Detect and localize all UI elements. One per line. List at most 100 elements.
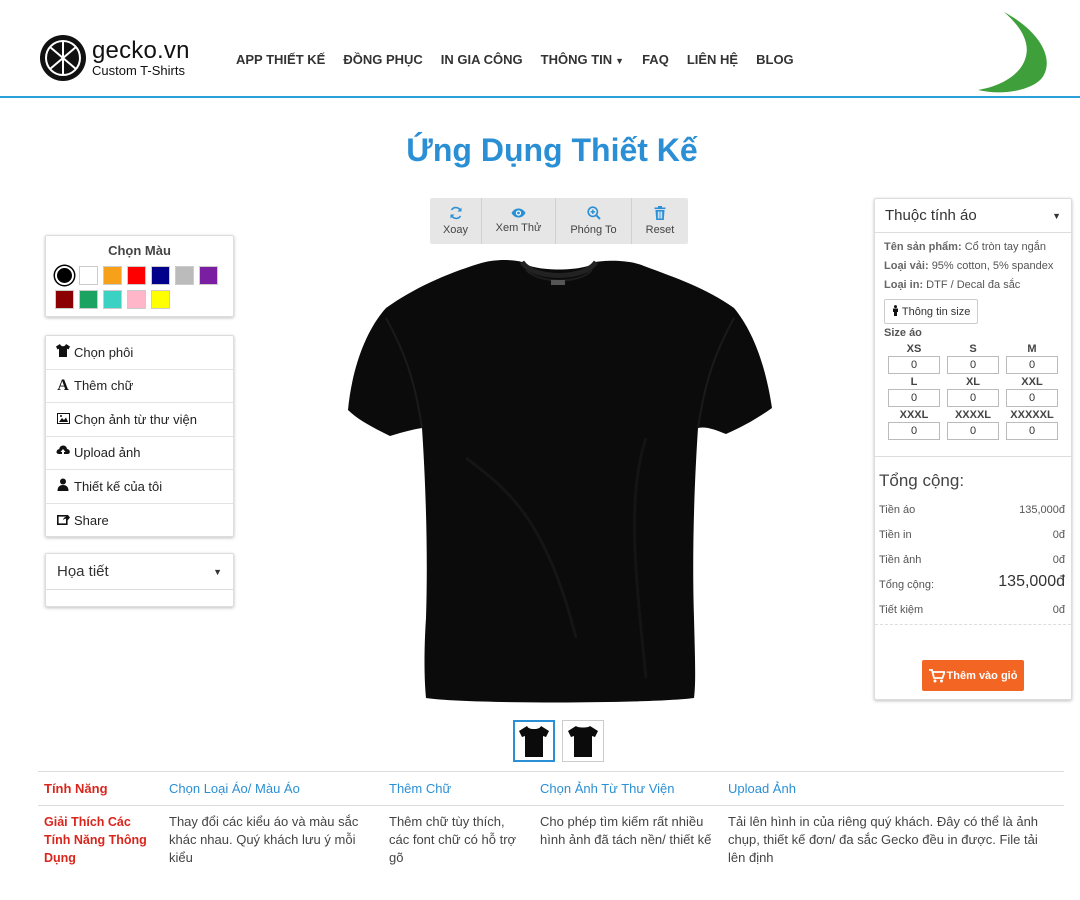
color-swatch[interactable]: [151, 290, 170, 309]
nav-item-info[interactable]: THÔNG TIN ▼: [541, 52, 624, 67]
menu-item-upload-image[interactable]: Upload ảnh: [46, 437, 233, 470]
size-input-xxxl[interactable]: 0: [888, 422, 940, 440]
price-value: 0đ: [1052, 554, 1065, 566]
menu-item-add-text[interactable]: A Thêm chữ: [46, 370, 233, 403]
menu-item-my-designs[interactable]: Thiết kế của tôi: [46, 470, 233, 504]
menu-item-label: Share: [74, 512, 109, 528]
color-swatch[interactable]: [151, 266, 170, 285]
table-header-row: Tính Năng Chọn Loại Áo/ Màu Áo Thêm Chữ …: [38, 772, 1064, 806]
color-swatch[interactable]: [103, 290, 122, 309]
price-label: Tiền ảnh: [879, 554, 922, 566]
table-cell: Thêm chữ tùy thích, các font chữ có hỗ t…: [389, 814, 517, 865]
rotate-label: Xoay: [442, 224, 469, 236]
canvas-toolbar: Xoay Xem Thử Phóng To Reset: [430, 198, 688, 244]
menu-item-label: Thêm chữ: [74, 378, 134, 394]
product-value: Cổ tròn tay ngắn: [964, 241, 1047, 253]
tshirt-canvas[interactable]: [346, 258, 774, 706]
attributes-dropdown[interactable]: Thuộc tính áo ▼: [875, 199, 1071, 233]
rotate-icon: [449, 206, 463, 220]
size-input-l[interactable]: 0: [888, 389, 940, 407]
brand-tagline: Custom T-Shirts: [92, 63, 185, 78]
person-icon: [893, 305, 898, 316]
zoom-in-button[interactable]: Phóng To: [556, 198, 632, 244]
color-swatch[interactable]: [175, 266, 194, 285]
size-title: Size áo: [884, 327, 922, 339]
menu-item-library-image[interactable]: Chọn ảnh từ thư viện: [46, 403, 233, 437]
size-input-m[interactable]: 0: [1006, 356, 1058, 374]
table-cell: Cho phép tìm kiếm rất nhiều hình ảnh đã …: [540, 814, 712, 847]
color-swatch[interactable]: [199, 266, 218, 285]
color-swatch[interactable]: [55, 290, 74, 309]
size-input-xs[interactable]: 0: [888, 356, 940, 374]
pattern-panel: Họa tiết ▼: [45, 553, 234, 607]
table-row-label: Giải Thích Các Tính Năng Thông Dụng: [44, 815, 147, 865]
price-label: Tiền in: [879, 529, 912, 541]
leaf-decoration-icon: [978, 12, 1047, 93]
color-swatch[interactable]: [127, 290, 146, 309]
preview-button[interactable]: Xem Thử: [482, 198, 556, 244]
table-cell: Tải lên hình in của riêng quý khách. Đây…: [728, 814, 1039, 865]
nav-item-info-label: THÔNG TIN: [540, 52, 613, 67]
pattern-dropdown[interactable]: Họa tiết ▼: [46, 554, 233, 590]
fabric-label: Loại vải:: [884, 260, 929, 272]
rotate-button[interactable]: Xoay: [430, 198, 482, 244]
divider: [875, 624, 1071, 625]
price-label: Tiền áo: [879, 504, 916, 516]
add-to-cart-button[interactable]: Thêm vào giỏ: [922, 660, 1024, 691]
size-label-xxl: XXL: [1021, 376, 1043, 388]
size-input-xxl[interactable]: 0: [1006, 389, 1058, 407]
print-type-label: Loại in:: [884, 279, 924, 291]
nav-item-contact[interactable]: LIÊN HỆ: [687, 52, 738, 67]
reset-button[interactable]: Reset: [632, 198, 688, 244]
color-swatch[interactable]: [79, 290, 98, 309]
table-cell: Thay đổi các kiểu áo và màu sắc khác nha…: [169, 814, 359, 865]
color-swatch[interactable]: [55, 266, 74, 285]
thumbnail-back[interactable]: [562, 720, 604, 762]
trash-icon: [654, 206, 666, 220]
tshirt-back-thumbnail-icon: [568, 726, 598, 757]
menu-item-share[interactable]: Share: [46, 504, 233, 538]
cart-icon: [928, 668, 945, 682]
table-header-cell: Tính Năng: [44, 781, 108, 796]
color-swatch[interactable]: [79, 266, 98, 285]
table-header-cell: Thêm Chữ: [389, 781, 452, 796]
add-to-cart-label: Thêm vào giỏ: [946, 669, 1018, 682]
design-tools-menu: Chọn phôi A Thêm chữ Chọn ảnh từ thư việ…: [45, 335, 234, 537]
attributes-title: Thuộc tính áo: [885, 207, 977, 224]
size-info-button[interactable]: Thông tin size: [884, 299, 979, 324]
nav-item-faq[interactable]: FAQ: [642, 52, 669, 67]
features-table: Tính Năng Chọn Loại Áo/ Màu Áo Thêm Chữ …: [38, 771, 1064, 866]
brand-logo[interactable]: gecko.vn Custom T-Shirts: [38, 33, 190, 83]
color-swatch[interactable]: [127, 266, 146, 285]
caret-down-icon: ▼: [213, 566, 222, 577]
divider: [875, 456, 1071, 457]
color-picker-panel: Chọn Màu: [45, 235, 234, 317]
thumbnail-front[interactable]: [513, 720, 555, 762]
size-input-xl[interactable]: 0: [947, 389, 999, 407]
size-label-xs: XS: [906, 343, 922, 355]
size-input-xxxxl[interactable]: 0: [947, 422, 999, 440]
product-label: Tên sản phẩm:: [884, 241, 962, 253]
size-input-xxxxxl[interactable]: 0: [1006, 422, 1058, 440]
brand-name: gecko.vn: [92, 37, 190, 64]
menu-item-label: Upload ảnh: [74, 445, 141, 461]
table-header-cell: Upload Ảnh: [728, 781, 796, 796]
size-label-m: M: [1027, 343, 1037, 355]
table-header-cell: Chọn Ảnh Từ Thư Viện: [540, 781, 675, 796]
nav-item-uniform[interactable]: ĐỒNG PHỤC: [343, 52, 422, 67]
price-value: 0đ: [1052, 529, 1065, 541]
size-grid: XS 0 S0 M0 L0 XL 0 XXL 0 XXXL 0 XXXXL 0 XXXXX…: [888, 341, 1071, 440]
price-value: 0đ: [1052, 604, 1065, 616]
product-info: Tên sản phẩm: Cổ tròn tay ngắn Loại vải:…: [875, 233, 1071, 295]
menu-item-label: Thiết kế của tôi: [74, 478, 163, 494]
view-thumbnails: [513, 720, 611, 762]
color-swatch[interactable]: [103, 266, 122, 285]
menu-item-label: Chọn ảnh từ thư viện: [74, 411, 197, 427]
nav-item-print-service[interactable]: IN GIA CÔNG: [441, 52, 523, 67]
menu-item-choose-blank[interactable]: Chọn phôi: [46, 336, 233, 370]
fabric-value: 95% cotton, 5% spandex: [931, 260, 1054, 272]
size-label-l: L: [910, 376, 918, 388]
nav-item-blog[interactable]: BLOG: [756, 52, 794, 67]
size-input-s[interactable]: 0: [947, 356, 999, 374]
nav-item-app-design[interactable]: APP THIẾT KẾ: [236, 52, 325, 67]
